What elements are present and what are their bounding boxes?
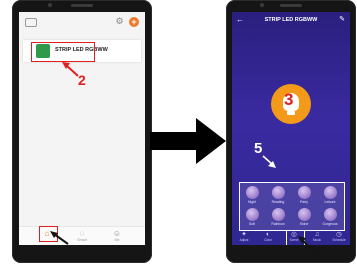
step2-label: 2 [78,72,86,88]
scene-soft[interactable]: Soft [242,208,262,226]
adjust-icon: ✦ [241,231,247,238]
color-icon: ◐ [266,231,270,238]
scene-thumbnail [297,186,311,199]
scene-thumbnail [271,186,285,199]
phone-camera [260,3,264,7]
left-phone: ⚙ + STRIP LED RGBWW ⌂ ◌ Smart ☺ Me [12,0,152,263]
scene-thumbnail [271,208,285,221]
nav-me[interactable]: ☺ Me [105,229,129,242]
scene-label: Soft [248,222,256,226]
phone-speaker [71,4,93,7]
nav-label: Me [114,238,120,242]
scene-party[interactable]: Party [294,186,314,204]
scene-label: Gorgeous [322,222,338,226]
scene-label: Rainbow [271,222,285,226]
scene-thumbnail [297,208,311,221]
nav-label: Smart [77,238,87,242]
tab-label: Color [264,238,272,242]
phone-camera [48,3,52,7]
edit-icon[interactable]: ✎ [339,15,345,23]
scene-leisure[interactable]: Leisure [320,186,340,204]
tab-label: Adjust [239,238,249,242]
step3-label: 3 [284,90,294,109]
scene-label: Leisure [324,200,336,204]
right-screen: ← STRIP LED RGBWW ✎ Night Reading Party … [232,12,350,245]
scene-rainbow[interactable]: Rainbow [268,208,288,226]
scene-thumbnail [323,186,337,199]
scene-label: Night [248,200,256,204]
step1-label: 1 [64,246,73,263]
me-icon: ☺ [112,229,122,238]
scene-gorgeous[interactable]: Gorgeous [320,208,340,226]
left-screen: ⚙ + STRIP LED RGBWW ⌂ ◌ Smart ☺ Me [19,12,145,245]
message-icon[interactable] [25,18,37,27]
phone-speaker [280,4,302,7]
scene-shine[interactable]: Shine [294,208,314,226]
bottom-nav: ⌂ ◌ Smart ☺ Me [19,226,145,245]
home-header: ⚙ + [19,12,145,32]
scene-thumbnail [323,208,337,221]
device-title: STRIP LED RGBWW [264,17,318,23]
scene-panel: Night Reading Party Leisure Soft Rainbow [239,182,345,231]
scene-night[interactable]: Night [242,186,262,204]
tab-label: Schedule [332,238,346,242]
add-device-icon[interactable]: + [129,17,139,27]
scene-reading[interactable]: Reading [268,186,288,204]
smart-icon: ◌ [79,229,85,238]
step4-label: 4 [313,246,322,263]
robot-icon[interactable]: ⚙ [115,17,124,26]
tab-adjust[interactable]: ✦ Adjust [234,231,254,242]
right-phone: ← STRIP LED RGBWW ✎ Night Reading Party … [226,0,356,263]
scene-thumbnail [245,208,259,221]
scene-label: Shine [299,222,309,226]
nav-smart[interactable]: ◌ Smart [70,229,94,242]
step5-arrow [262,155,276,168]
transition-arrow [150,118,226,164]
scene-thumbnail [245,186,259,199]
tab-color[interactable]: ◐ Color [258,231,278,242]
schedule-icon: ◷ [336,231,342,238]
scene-label: Reading [271,200,285,204]
scene-label: Party [300,200,308,204]
bulb-base [287,111,295,115]
device-highlight [31,42,95,62]
tab-schedule[interactable]: ◷ Schedule [329,231,349,242]
